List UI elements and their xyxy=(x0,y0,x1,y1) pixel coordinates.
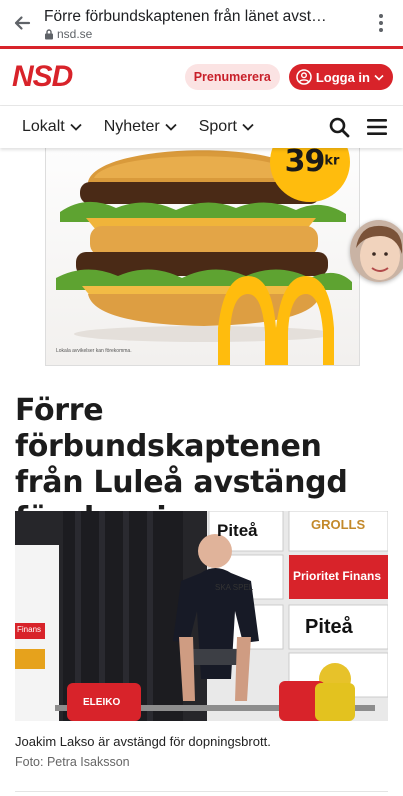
sign-ka-spel: SKA SPEL xyxy=(215,583,254,592)
nav-item-sport[interactable]: Sport xyxy=(199,118,254,136)
sign-prioritet-finans: Prioritet Finans xyxy=(293,569,382,583)
nav-item-lokalt[interactable]: Lokalt xyxy=(22,118,82,136)
subscribe-button[interactable]: Prenumerera xyxy=(184,64,280,90)
nav-item-label: Nyheter xyxy=(103,118,160,135)
browser-page-title: Förre förbundskaptenen från länet avst… xyxy=(44,7,327,25)
hamburger-menu-icon[interactable] xyxy=(366,118,388,136)
avatar-portrait xyxy=(350,220,403,282)
login-button[interactable]: Logga in xyxy=(288,64,393,90)
nav-item-label: Sport xyxy=(198,118,237,135)
nav-item-label: Lokalt xyxy=(22,118,65,135)
chevron-down-icon xyxy=(165,123,177,131)
site-logo[interactable]: NSD xyxy=(12,60,73,94)
nav-item-nyheter[interactable]: Nyheter xyxy=(104,118,177,136)
back-button[interactable] xyxy=(0,0,44,46)
browser-toolbar: Förre förbundskaptenen från länet avst… … xyxy=(0,0,403,46)
chat-avatar-bubble[interactable] xyxy=(350,220,403,282)
sign-eleiko: ELEIKO xyxy=(83,697,121,708)
chevron-down-icon xyxy=(242,123,254,131)
chevron-down-icon xyxy=(374,74,384,81)
browser-menu-button[interactable] xyxy=(359,0,403,46)
login-label: Logga in xyxy=(315,69,370,85)
sign-grolls: GROLLS xyxy=(311,517,366,532)
sign-finans-left: Finans xyxy=(17,625,42,634)
ad-disclaimer: Lokala avvikelser kan förekomma. xyxy=(56,348,132,354)
chevron-down-icon xyxy=(70,123,82,131)
burger-illustration xyxy=(56,148,352,365)
ad-price: 39 xyxy=(284,148,326,179)
arrow-left-icon xyxy=(14,16,31,30)
url-text: nsd.se xyxy=(57,26,93,41)
ad-price-badge: 39kr xyxy=(282,148,342,179)
search-icon[interactable] xyxy=(329,117,350,138)
address-block[interactable]: Förre förbundskaptenen från länet avst… … xyxy=(44,5,359,42)
image-caption: Joakim Lakso är avstängd för dopningsbro… xyxy=(15,734,271,749)
sign-pitea-middle: Piteå xyxy=(305,616,353,638)
more-vertical-icon xyxy=(379,14,383,32)
user-icon xyxy=(296,69,312,85)
sign-pitea-top: Piteå xyxy=(217,521,258,540)
article-hero-image[interactable]: Piteå GROLLS Prioritet Finans Piteå SKA … xyxy=(15,511,388,721)
site-header: NSD Prenumerera Logga in xyxy=(0,49,403,106)
image-credit: Foto: Petra Isaksson xyxy=(15,755,130,769)
content-divider xyxy=(15,791,388,792)
advertisement[interactable]: 39kr Lokala avvikelser kan förekomma. xyxy=(45,148,360,366)
main-nav: Lokalt Nyheter Sport xyxy=(0,106,403,148)
ad-currency: kr xyxy=(324,153,340,169)
lock-icon xyxy=(45,28,53,39)
